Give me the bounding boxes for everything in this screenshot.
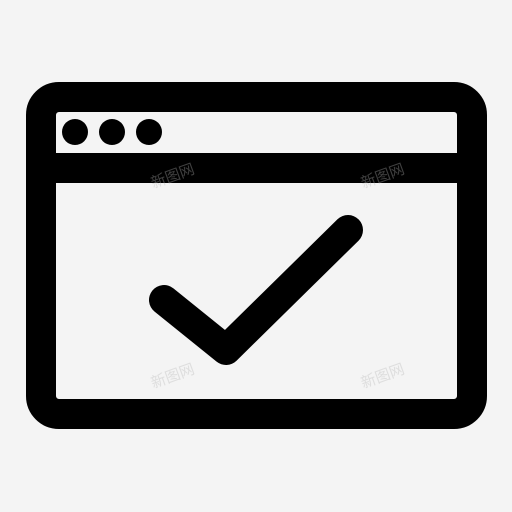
window-dot-3-icon: [136, 119, 162, 145]
window-dot-2-icon: [99, 119, 125, 145]
window-frame: [26, 82, 487, 429]
icon-canvas: 新图网 新图网 新图网 新图网: [0, 0, 512, 512]
browser-window-check-icon: [26, 82, 487, 429]
window-dot-1-icon: [62, 119, 88, 145]
